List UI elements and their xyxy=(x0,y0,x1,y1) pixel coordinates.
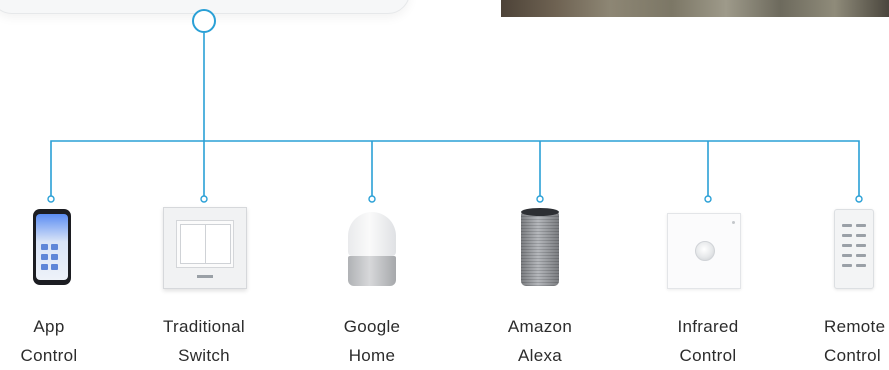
google-home-speaker-icon xyxy=(348,212,396,286)
label-line: App xyxy=(33,317,65,336)
node-traditional-switch xyxy=(200,195,208,203)
label-line: Amazon xyxy=(507,317,573,336)
wall-switch-icon xyxy=(163,207,247,289)
label-traditional-switch: Traditional Switch xyxy=(144,312,264,370)
connection-tree xyxy=(47,9,863,203)
label-google-home: Google Home xyxy=(312,312,432,370)
label-amazon-alexa: Amazon Alexa xyxy=(480,312,600,370)
label-line: Home xyxy=(348,346,396,365)
node-infrared-control xyxy=(704,195,712,203)
branch-bus-line xyxy=(50,140,860,197)
hub-node-circle xyxy=(192,9,216,33)
label-line: Switch xyxy=(178,346,230,365)
label-line: Control xyxy=(824,346,881,365)
label-line: Remote xyxy=(824,317,886,336)
label-line: Infrared xyxy=(677,317,739,336)
label-app-control: App Control xyxy=(0,312,109,370)
node-remote-control xyxy=(855,195,863,203)
label-infrared-control: Infrared Control xyxy=(648,312,768,370)
label-line: Control xyxy=(20,346,78,365)
label-line: Google xyxy=(343,317,401,336)
label-line: Traditional xyxy=(162,317,246,336)
node-google-home xyxy=(368,195,376,203)
label-line: Control xyxy=(679,346,737,365)
label-line: Alexa xyxy=(517,346,563,365)
remote-control-icon xyxy=(834,209,874,289)
node-app-control xyxy=(47,195,55,203)
smartphone-app-icon xyxy=(33,209,71,285)
infrared-sensor-icon xyxy=(667,213,741,289)
amazon-echo-speaker-icon xyxy=(521,208,559,286)
node-amazon-alexa xyxy=(536,195,544,203)
label-remote-control: Remote Control xyxy=(798,312,889,370)
